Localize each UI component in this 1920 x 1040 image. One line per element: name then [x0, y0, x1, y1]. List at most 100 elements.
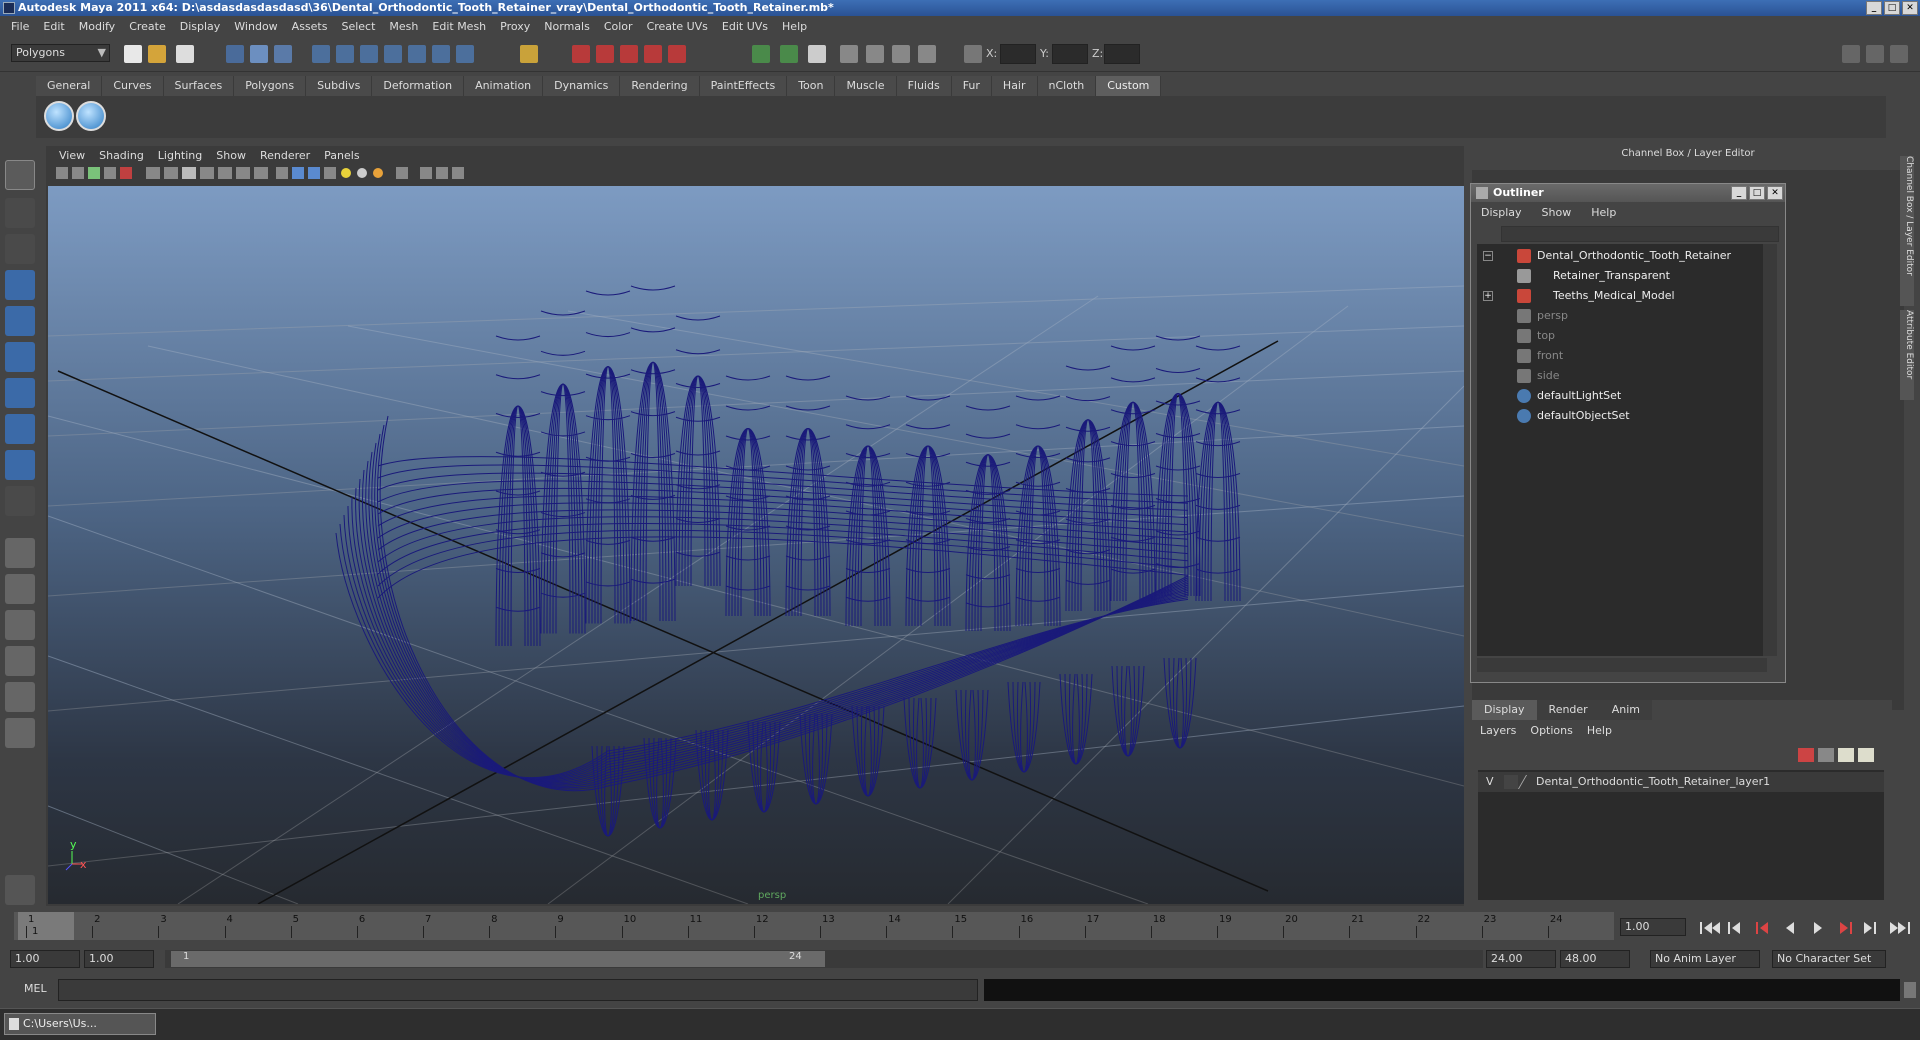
snap-grid-icon[interactable] [312, 45, 330, 63]
menu-display[interactable]: Display [173, 20, 228, 33]
single-perspective-icon[interactable] [5, 538, 35, 568]
outliner-item-defaultobjectset[interactable]: defaultObjectSet [1477, 406, 1757, 426]
menu-proxy[interactable]: Proxy [493, 20, 537, 33]
layer-menu-options[interactable]: Options [1530, 724, 1572, 737]
shelf-tab-painteffects[interactable]: PaintEffects [699, 76, 788, 96]
menu-create-uvs[interactable]: Create UVs [640, 20, 715, 33]
layer-tab-render[interactable]: Render [1536, 700, 1600, 720]
menu-select[interactable]: Select [334, 20, 382, 33]
shelf-tab-custom[interactable]: Custom [1096, 76, 1162, 96]
shelf-tab-rendering[interactable]: Rendering [620, 76, 700, 96]
character-set-dropdown[interactable]: No Character Set [1772, 950, 1886, 968]
outliner-title-bar[interactable]: Outliner _ □ ✕ [1471, 184, 1785, 202]
viewport-toolbar-icons[interactable] [46, 164, 606, 182]
menu-mesh[interactable]: Mesh [382, 20, 425, 33]
shelf-tab-deformation[interactable]: Deformation [372, 76, 465, 96]
snap-surface-icon[interactable] [408, 45, 426, 63]
menu-create[interactable]: Create [122, 20, 173, 33]
last-tool-icon[interactable] [5, 486, 35, 516]
snap-plane-icon[interactable] [384, 45, 402, 63]
rotate-tool-icon[interactable] [5, 306, 35, 336]
collapse-icon[interactable]: − [1483, 251, 1493, 261]
y-field[interactable] [1052, 44, 1088, 64]
show-manip-icon[interactable] [5, 450, 35, 480]
persp-outliner-icon[interactable] [5, 610, 35, 640]
outliner-close-button[interactable]: ✕ [1767, 186, 1783, 200]
perspective-viewport[interactable]: View Shading Lighting Show Renderer Pane… [46, 146, 1464, 906]
outliner-minimize-button[interactable]: _ [1731, 186, 1747, 200]
x-field[interactable] [1000, 44, 1036, 64]
menu-window[interactable]: Window [227, 20, 284, 33]
outliner-horizontal-scrollbar[interactable] [1477, 658, 1767, 672]
select-tool-icon[interactable] [5, 160, 35, 190]
menu-file[interactable]: File [4, 20, 36, 33]
layer-menu-help[interactable]: Help [1587, 724, 1612, 737]
menu-normals[interactable]: Normals [537, 20, 597, 33]
shelf-tab-hair[interactable]: Hair [991, 76, 1038, 96]
menu-modify[interactable]: Modify [72, 20, 122, 33]
select-component-icon[interactable] [274, 45, 292, 63]
snap-point-icon[interactable] [360, 45, 378, 63]
outliner-menu-display[interactable]: Display [1481, 206, 1522, 219]
outliner-menu-show[interactable]: Show [1542, 206, 1572, 219]
lock-icon[interactable] [520, 45, 538, 63]
menu-assets[interactable]: Assets [285, 20, 335, 33]
soft-mod-icon[interactable] [5, 414, 35, 444]
new-layer-selected-icon[interactable] [1858, 748, 1874, 762]
shelf-tab-subdivs[interactable]: Subdivs [306, 76, 373, 96]
menu-color[interactable]: Color [597, 20, 640, 33]
camera-icon[interactable] [840, 45, 858, 63]
vp-menu-shading[interactable]: Shading [92, 149, 151, 162]
shelf-tab-dynamics[interactable]: Dynamics [543, 76, 621, 96]
layer-list-icon[interactable] [1818, 748, 1834, 762]
outliner-item-persp[interactable]: persp [1477, 306, 1757, 326]
rename-icon[interactable] [780, 45, 798, 63]
lasso-tool-icon[interactable] [5, 198, 35, 228]
time-slider-track[interactable]: 1 1 2 3 4 5 6 7 8 9 10 11 12 13 14 15 16 17 18 19 20 21 22 23 2… [14, 912, 1614, 940]
toggle-icon[interactable] [918, 45, 936, 63]
paint-select-icon[interactable] [5, 234, 35, 264]
layer-playback-toggle[interactable] [1504, 775, 1518, 789]
new-layer-icon[interactable] [1838, 748, 1854, 762]
start-time-field[interactable]: 1.00 [10, 950, 80, 968]
vp-menu-panels[interactable]: Panels [317, 149, 366, 162]
manipulator-icon[interactable] [5, 378, 35, 408]
render-settings-icon[interactable] [620, 45, 638, 63]
layer-color-swatch[interactable] [1517, 775, 1535, 789]
snap-curve-icon[interactable] [336, 45, 354, 63]
time-slider[interactable]: 1 1 2 3 4 5 6 7 8 9 10 11 12 13 14 15 16 17 18 19 20 21 22 23 2… [10, 910, 1616, 942]
shelf-tab-general[interactable]: General [36, 76, 103, 96]
tool-settings-toggle-icon[interactable] [1890, 45, 1908, 63]
outliner-filter-field[interactable] [1501, 226, 1779, 242]
outliner-item-defaultlightset[interactable]: defaultLightSet [1477, 386, 1757, 406]
layer-tab-display[interactable]: Display [1472, 700, 1537, 720]
layer-visibility-toggle[interactable]: V [1486, 772, 1494, 792]
shelf-check-icon-1[interactable] [44, 101, 74, 131]
history-icon[interactable] [456, 45, 474, 63]
attribute-editor-toggle-icon[interactable] [1866, 45, 1884, 63]
render-view-icon[interactable] [668, 45, 686, 63]
outliner-menu-help[interactable]: Help [1591, 206, 1616, 219]
grid-icon[interactable] [866, 45, 884, 63]
mode-selector[interactable]: Polygons ▼ [11, 44, 110, 62]
outliner-item-teeth[interactable]: + Teeths_Medical_Model [1477, 286, 1757, 306]
transform-mode-icon[interactable] [964, 45, 982, 63]
outliner-vertical-scrollbar[interactable] [1763, 244, 1777, 656]
shelf-tab-animation[interactable]: Animation [464, 76, 544, 96]
select-object-icon[interactable] [250, 45, 268, 63]
outliner-item-root[interactable]: − Dental_Orthodontic_Tooth_Retainer [1477, 246, 1757, 266]
current-time-field[interactable]: 1.00 [1620, 918, 1686, 936]
shelf-check-icon-2[interactable] [76, 101, 106, 131]
make-live-icon[interactable] [432, 45, 450, 63]
close-button[interactable]: ✕ [1902, 1, 1918, 15]
script-editor-icon[interactable] [5, 875, 35, 905]
select-hierarchy-icon[interactable] [226, 45, 244, 63]
channel-box-toggle-icon[interactable] [1842, 45, 1860, 63]
shelf-tab-curves[interactable]: Curves [102, 76, 164, 96]
shelf-tab-polygons[interactable]: Polygons [234, 76, 307, 96]
retainer-wireframe[interactable] [335, 285, 1241, 837]
menu-edit[interactable]: Edit [36, 20, 71, 33]
playback-start-field[interactable]: 1.00 [84, 950, 154, 968]
expand-icon[interactable]: + [1483, 291, 1493, 301]
end-time-field[interactable]: 48.00 [1560, 950, 1630, 968]
